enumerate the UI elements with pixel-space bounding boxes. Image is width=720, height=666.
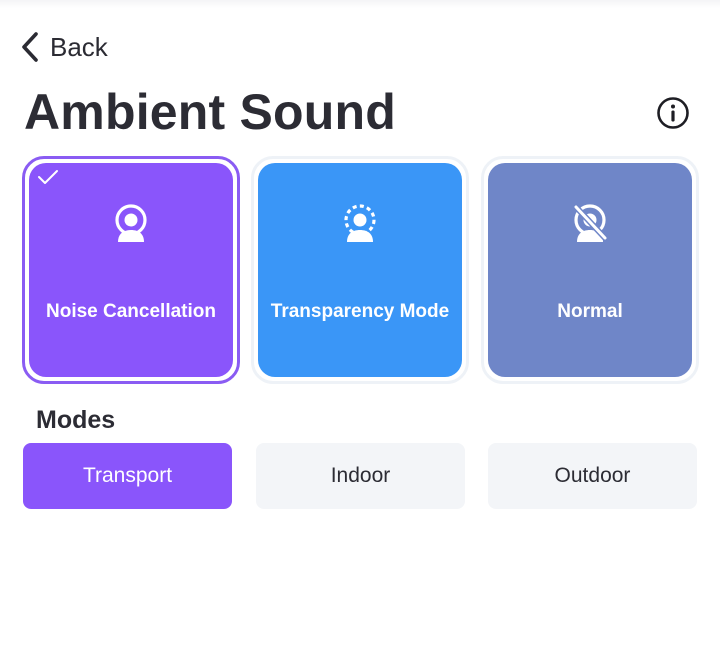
ambient-card-ring-transparency: Transparency Mode bbox=[251, 156, 469, 384]
checkmark-icon bbox=[38, 170, 58, 184]
noise-cancellation-icon bbox=[115, 204, 147, 242]
ambient-card-normal[interactable]: Normal bbox=[488, 163, 692, 377]
mode-button-indoor[interactable]: Indoor bbox=[256, 443, 465, 509]
info-button[interactable] bbox=[656, 96, 690, 130]
ambient-card-label: Transparency Mode bbox=[270, 301, 450, 322]
ambient-sound-screen: Back Ambient Sound Noise Cancellation Tr… bbox=[0, 0, 720, 666]
modes-section-title: Modes bbox=[36, 406, 116, 434]
ambient-mode-selector: Noise Cancellation Transparency Mode Nor… bbox=[22, 156, 699, 384]
modes-selector: Transport Indoor Outdoor bbox=[23, 443, 697, 509]
ambient-card-label: Noise Cancellation bbox=[46, 301, 216, 322]
info-circle-icon bbox=[657, 97, 689, 129]
ambient-card-noise-cancellation[interactable]: Noise Cancellation bbox=[29, 163, 233, 377]
ambient-card-transparency-mode[interactable]: Transparency Mode bbox=[258, 163, 462, 377]
ambient-card-label: Normal bbox=[557, 301, 623, 322]
mode-button-transport[interactable]: Transport bbox=[23, 443, 232, 509]
back-button[interactable]: Back bbox=[20, 30, 108, 64]
back-label: Back bbox=[50, 32, 108, 62]
status-bar-remnant bbox=[0, 0, 720, 8]
mode-button-outdoor[interactable]: Outdoor bbox=[488, 443, 697, 509]
chevron-left-icon bbox=[22, 32, 38, 62]
transparency-icon bbox=[344, 204, 376, 242]
page-title: Ambient Sound bbox=[24, 84, 397, 140]
ambient-card-ring-noise-cancellation: Noise Cancellation bbox=[22, 156, 240, 384]
ambient-card-ring-normal: Normal bbox=[481, 156, 699, 384]
normal-mode-icon bbox=[573, 204, 608, 242]
